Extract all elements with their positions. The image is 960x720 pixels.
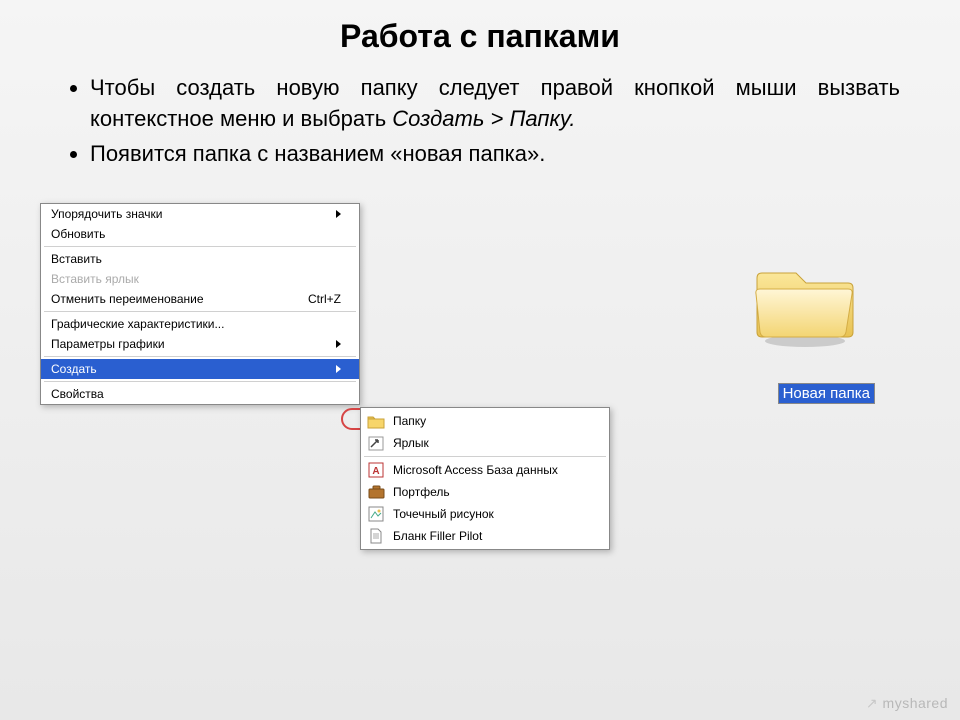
bullet-1-path: Создать > Папку. — [392, 106, 575, 131]
ctx-undo-shortcut: Ctrl+Z — [308, 292, 341, 306]
access-icon: A — [367, 462, 385, 478]
watermark: ↗ myshared — [866, 695, 948, 712]
ctx-arrange-label: Упорядочить значки — [51, 207, 163, 221]
ctx-paste-label: Вставить — [51, 252, 102, 266]
ctx-undo[interactable]: Отменить переименование Ctrl+Z — [41, 289, 359, 309]
bullet-2: Появится папка с названием «новая папка»… — [90, 139, 900, 170]
chevron-right-icon — [336, 210, 341, 218]
watermark-text: myshared — [883, 695, 948, 711]
ctx-arrange-icons[interactable]: Упорядочить значки — [41, 204, 359, 224]
separator — [44, 356, 356, 357]
sub-briefcase-label: Портфель — [393, 485, 450, 499]
new-folder-label[interactable]: Новая папка — [778, 383, 875, 404]
create-submenu[interactable]: Папку Ярлык A Microsoft Access База данн… — [360, 407, 610, 550]
ctx-paste-shortcut: Вставить ярлык — [41, 269, 359, 289]
briefcase-icon — [367, 484, 385, 500]
illustration-stage: Упорядочить значки Обновить Вставить Вст… — [0, 193, 960, 573]
context-menu[interactable]: Упорядочить значки Обновить Вставить Вст… — [40, 203, 360, 405]
sub-briefcase[interactable]: Портфель — [361, 481, 609, 503]
ctx-paste[interactable]: Вставить — [41, 249, 359, 269]
chevron-right-icon — [336, 340, 341, 348]
sub-filler-label: Бланк Filler Pilot — [393, 529, 482, 543]
ctx-gfx-props-label: Графические характеристики... — [51, 317, 224, 331]
ctx-refresh[interactable]: Обновить — [41, 224, 359, 244]
separator — [44, 246, 356, 247]
bullet-list: Чтобы создать новую папку следует правой… — [0, 65, 960, 193]
bitmap-icon — [367, 506, 385, 522]
ctx-undo-label: Отменить переименование — [51, 292, 204, 306]
sub-bitmap[interactable]: Точечный рисунок — [361, 503, 609, 525]
ctx-gfx-props[interactable]: Графические характеристики... — [41, 314, 359, 334]
bullet-1: Чтобы создать новую папку следует правой… — [90, 73, 900, 135]
ctx-refresh-label: Обновить — [51, 227, 105, 241]
document-icon — [367, 528, 385, 544]
page-title: Работа с папками — [0, 0, 960, 65]
sub-shortcut-label: Ярлык — [393, 436, 429, 450]
sub-bitmap-label: Точечный рисунок — [393, 507, 494, 521]
separator — [44, 311, 356, 312]
shortcut-icon — [367, 435, 385, 451]
sub-access[interactable]: A Microsoft Access База данных — [361, 459, 609, 481]
ctx-properties[interactable]: Свойства — [41, 384, 359, 404]
separator — [364, 456, 606, 457]
svg-text:A: A — [372, 466, 379, 477]
sub-shortcut[interactable]: Ярлык — [361, 432, 609, 454]
sub-folder-label: Папку — [393, 414, 426, 428]
ctx-properties-label: Свойства — [51, 387, 104, 401]
ctx-create-label: Создать — [51, 362, 97, 376]
separator — [44, 381, 356, 382]
ctx-gfx-params-label: Параметры графики — [51, 337, 165, 351]
ctx-create[interactable]: Создать — [41, 359, 359, 379]
sub-access-label: Microsoft Access База данных — [393, 463, 558, 477]
chevron-right-icon — [336, 365, 341, 373]
ctx-gfx-params[interactable]: Параметры графики — [41, 334, 359, 354]
sub-folder[interactable]: Папку — [361, 410, 609, 432]
folder-icon — [367, 413, 385, 429]
new-folder-icon[interactable] — [750, 253, 860, 353]
sub-filler[interactable]: Бланк Filler Pilot — [361, 525, 609, 547]
ctx-paste-shortcut-label: Вставить ярлык — [51, 272, 139, 286]
